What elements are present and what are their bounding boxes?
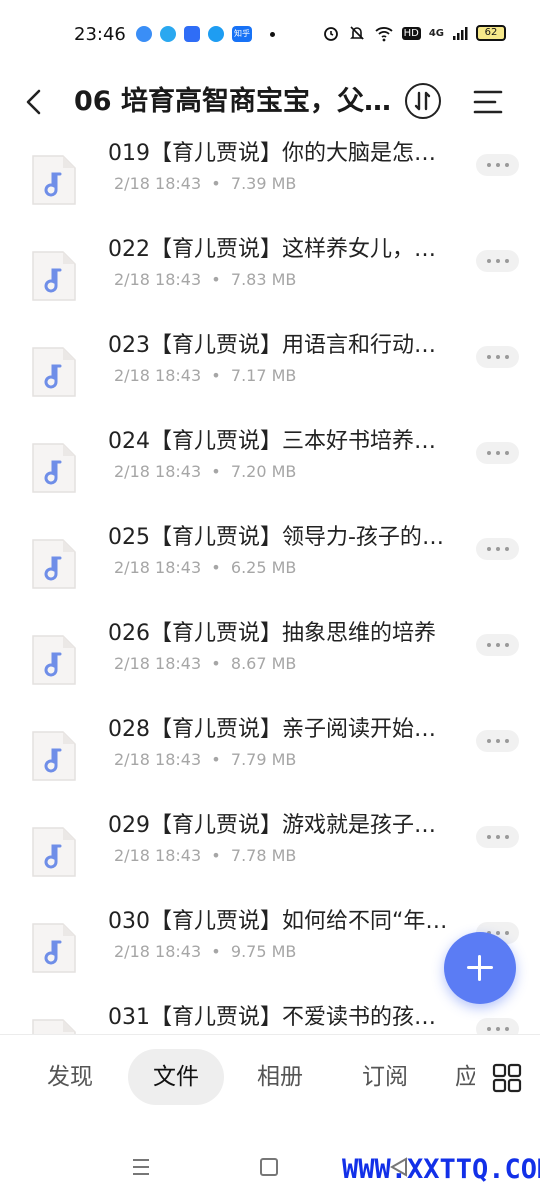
- hd-badge: HD: [401, 26, 421, 40]
- header: 06 培育高智商宝宝，父母必修课: [0, 72, 540, 132]
- home-icon[interactable]: [260, 1158, 278, 1176]
- link-app-icon: [184, 26, 200, 42]
- file-meta: 2/18 18:43 • 8.67 MB: [114, 654, 297, 673]
- more-button[interactable]: [476, 154, 519, 176]
- file-meta: 2/18 18:43 • 6.25 MB: [114, 558, 297, 577]
- file-name: 025【育儿贾说】领导力-孩子的未来: [108, 525, 448, 550]
- tab-albums[interactable]: 相册: [234, 1049, 326, 1105]
- audio-file-icon: [29, 728, 79, 784]
- audio-file-icon: [29, 248, 79, 304]
- list-item[interactable]: 024【育儿贾说】三本好书培养孩子 2/18 18:43 • 7.20 MB: [0, 420, 540, 516]
- qq-icon: [208, 26, 224, 42]
- list-item[interactable]: 031【育儿贾说】不爱读书的孩子怎么办: [0, 996, 540, 1034]
- system-nav-bar: WWW.XXTTQ.COM: [0, 1120, 540, 1200]
- more-button[interactable]: [476, 826, 519, 848]
- audio-file-icon: [29, 152, 79, 208]
- file-meta: 2/18 18:43 • 7.83 MB: [114, 270, 297, 289]
- list-item[interactable]: 023【育儿贾说】用语言和行动培养孩子 2/18 18:43 • 7.17 MB: [0, 324, 540, 420]
- file-name: 031【育儿贾说】不爱读书的孩子怎么办: [108, 1005, 448, 1030]
- wifi-icon: [374, 27, 393, 42]
- audio-file-icon: [29, 536, 79, 592]
- audio-file-icon: [29, 1016, 79, 1034]
- zhihu-icon: 知乎: [232, 26, 252, 42]
- sort-button[interactable]: [405, 83, 441, 119]
- list-item[interactable]: 026【育儿贾说】抽象思维的培养 2/18 18:43 • 8.67 MB: [0, 612, 540, 708]
- recent-apps-icon[interactable]: [131, 1158, 151, 1176]
- file-meta: 2/18 18:43 • 9.75 MB: [114, 942, 297, 961]
- file-meta: 2/18 18:43 • 7.20 MB: [114, 462, 297, 481]
- more-button[interactable]: [476, 250, 519, 272]
- tab-files[interactable]: 文件: [128, 1049, 224, 1105]
- alarm-icon: [323, 27, 338, 41]
- mute-icon: [349, 26, 364, 40]
- audio-file-icon: [29, 632, 79, 688]
- list-item[interactable]: 025【育儿贾说】领导力-孩子的未来 2/18 18:43 • 6.25 MB: [0, 516, 540, 612]
- bottom-tab-bar: 发现 文件 相册 订阅 应: [0, 1034, 540, 1120]
- file-meta: 2/18 18:43 • 7.79 MB: [114, 750, 297, 769]
- file-meta: 2/18 18:43 • 7.78 MB: [114, 846, 297, 865]
- file-name: 023【育儿贾说】用语言和行动培养孩子: [108, 333, 448, 358]
- tab-subscriptions[interactable]: 订阅: [339, 1049, 431, 1105]
- status-app-icons: 知乎: [136, 26, 275, 42]
- list-item[interactable]: 022【育儿贾说】这样养女儿，她会更优秀 2/18 18:43 • 7.83 M…: [0, 228, 540, 324]
- audio-file-icon: [29, 344, 79, 400]
- menu-icon: [473, 90, 503, 114]
- list-item[interactable]: 019【育儿贾说】你的大脑是怎样发育的 2/18 18:43 • 7.39 MB: [0, 132, 540, 228]
- tab-apps[interactable]: 应: [455, 1049, 475, 1105]
- more-button[interactable]: [476, 538, 519, 560]
- audio-file-icon: [29, 824, 79, 880]
- more-button[interactable]: [476, 346, 519, 368]
- qq-browser-icon: [160, 26, 176, 42]
- more-tabs-button[interactable]: [492, 1063, 522, 1093]
- more-button[interactable]: [476, 1018, 519, 1034]
- signal-icon: [453, 27, 468, 40]
- file-name: 026【育儿贾说】抽象思维的培养: [108, 621, 436, 646]
- sort-icon: [414, 91, 431, 111]
- more-button[interactable]: [476, 634, 519, 656]
- status-right: HD 4G 62: [322, 24, 506, 42]
- grid-icon: [492, 1063, 522, 1093]
- more-button[interactable]: [476, 730, 519, 752]
- file-list[interactable]: 019【育儿贾说】你的大脑是怎样发育的 2/18 18:43 • 7.39 MB…: [0, 132, 540, 1034]
- watermark-text: WWW.XXTTQ.COM: [342, 1154, 540, 1185]
- file-name: 029【育儿贾说】游戏就是孩子的学习: [108, 813, 448, 838]
- file-name: 019【育儿贾说】你的大脑是怎样发育的: [108, 141, 448, 166]
- menu-button[interactable]: [471, 86, 505, 118]
- audio-file-icon: [29, 920, 79, 976]
- battery-indicator: 62: [476, 25, 506, 41]
- page-title: 06 培育高智商宝宝，父母必修课: [74, 86, 392, 117]
- tab-discover[interactable]: 发现: [24, 1049, 116, 1105]
- file-meta: 2/18 18:43 • 7.17 MB: [114, 366, 297, 385]
- list-item[interactable]: 028【育儿贾说】亲子阅读开始之前 2/18 18:43 • 7.79 MB: [0, 708, 540, 804]
- file-name: 028【育儿贾说】亲子阅读开始之前: [108, 717, 448, 742]
- network-label: 4G: [428, 27, 444, 39]
- status-bar: 23:46 知乎 HD 4G 62: [0, 0, 540, 72]
- audio-file-icon: [29, 440, 79, 496]
- file-name: 024【育儿贾说】三本好书培养孩子: [108, 429, 448, 454]
- status-time: 23:46: [74, 24, 126, 45]
- file-name: 030【育儿贾说】如何给不同“年龄”的孩子: [108, 909, 448, 934]
- baidu-netdisk-icon: [136, 26, 152, 42]
- file-meta: 2/18 18:43 • 7.39 MB: [114, 174, 297, 193]
- dot-icon: [270, 31, 275, 37]
- back-button[interactable]: [18, 84, 54, 120]
- add-button[interactable]: [444, 932, 516, 1004]
- chevron-left-icon: [26, 89, 41, 115]
- list-item[interactable]: 029【育儿贾说】游戏就是孩子的学习 2/18 18:43 • 7.78 MB: [0, 804, 540, 900]
- file-name: 022【育儿贾说】这样养女儿，她会更优秀: [108, 237, 448, 262]
- more-button[interactable]: [476, 442, 519, 464]
